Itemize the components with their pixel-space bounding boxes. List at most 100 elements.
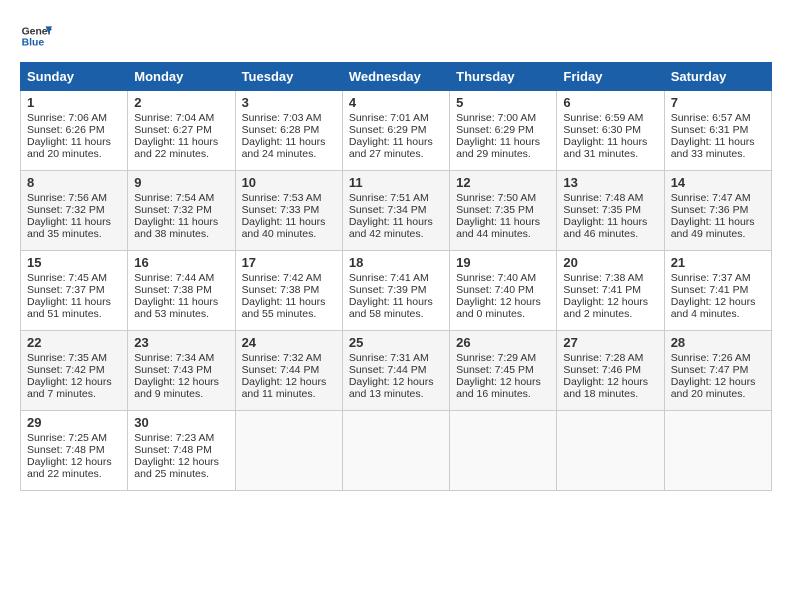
calendar-cell: 27 Sunrise: 7:28 AM Sunset: 7:46 PM Dayl… <box>557 331 664 411</box>
daylight-row: Daylight: 12 hours <box>563 296 648 308</box>
sunset-row: Sunset: 7:44 PM <box>242 364 320 376</box>
daylight-row: Daylight: 11 hours <box>563 136 647 148</box>
col-sunday: Sunday <box>21 63 128 91</box>
sunset-row: Sunset: 7:48 PM <box>27 444 105 456</box>
col-saturday: Saturday <box>664 63 771 91</box>
sunset-row: Sunset: 7:41 PM <box>563 284 641 296</box>
calendar-cell: 13 Sunrise: 7:48 AM Sunset: 7:35 PM Dayl… <box>557 171 664 251</box>
daylight-row: Daylight: 11 hours <box>134 296 218 308</box>
daylight-minutes-row: and 33 minutes. <box>671 148 746 160</box>
daylight-minutes-row: and 11 minutes. <box>242 388 316 400</box>
day-number: 25 <box>349 335 443 350</box>
calendar-cell: 5 Sunrise: 7:00 AM Sunset: 6:29 PM Dayli… <box>450 91 557 171</box>
day-number: 22 <box>27 335 121 350</box>
day-number: 8 <box>27 175 121 190</box>
daylight-minutes-row: and 7 minutes. <box>27 388 96 400</box>
col-thursday: Thursday <box>450 63 557 91</box>
day-number: 30 <box>134 415 228 430</box>
calendar-cell: 14 Sunrise: 7:47 AM Sunset: 7:36 PM Dayl… <box>664 171 771 251</box>
daylight-minutes-row: and 24 minutes. <box>242 148 317 160</box>
logo: General Blue <box>20 20 52 52</box>
calendar-cell: 19 Sunrise: 7:40 AM Sunset: 7:40 PM Dayl… <box>450 251 557 331</box>
daylight-minutes-row: and 31 minutes. <box>563 148 638 160</box>
sunrise-row: Sunrise: 7:41 AM <box>349 272 429 284</box>
day-number: 17 <box>242 255 336 270</box>
daylight-minutes-row: and 4 minutes. <box>671 308 740 320</box>
daylight-row: Daylight: 11 hours <box>242 296 326 308</box>
daylight-minutes-row: and 38 minutes. <box>134 228 209 240</box>
day-number: 4 <box>349 95 443 110</box>
day-number: 2 <box>134 95 228 110</box>
day-number: 24 <box>242 335 336 350</box>
daylight-minutes-row: and 20 minutes. <box>27 148 102 160</box>
sunset-row: Sunset: 7:47 PM <box>671 364 749 376</box>
sunset-row: Sunset: 7:43 PM <box>134 364 212 376</box>
sunrise-row: Sunrise: 7:32 AM <box>242 352 322 364</box>
calendar-cell: 30 Sunrise: 7:23 AM Sunset: 7:48 PM Dayl… <box>128 411 235 491</box>
sunrise-row: Sunrise: 7:28 AM <box>563 352 643 364</box>
sunrise-row: Sunrise: 7:01 AM <box>349 112 429 124</box>
sunset-row: Sunset: 7:38 PM <box>134 284 212 296</box>
daylight-minutes-row: and 22 minutes. <box>27 468 102 480</box>
calendar-cell: 28 Sunrise: 7:26 AM Sunset: 7:47 PM Dayl… <box>664 331 771 411</box>
sunset-row: Sunset: 6:27 PM <box>134 124 212 136</box>
calendar-cell: 20 Sunrise: 7:38 AM Sunset: 7:41 PM Dayl… <box>557 251 664 331</box>
calendar-cell: 2 Sunrise: 7:04 AM Sunset: 6:27 PM Dayli… <box>128 91 235 171</box>
sunset-row: Sunset: 7:35 PM <box>563 204 641 216</box>
daylight-minutes-row: and 35 minutes. <box>27 228 102 240</box>
day-number: 12 <box>456 175 550 190</box>
day-number: 19 <box>456 255 550 270</box>
sunset-row: Sunset: 7:48 PM <box>134 444 212 456</box>
sunrise-row: Sunrise: 7:45 AM <box>27 272 107 284</box>
sunrise-row: Sunrise: 7:23 AM <box>134 432 214 444</box>
sunset-row: Sunset: 6:31 PM <box>671 124 749 136</box>
sunrise-row: Sunrise: 6:59 AM <box>563 112 643 124</box>
day-number: 13 <box>563 175 657 190</box>
daylight-minutes-row: and 16 minutes. <box>456 388 531 400</box>
sunrise-row: Sunrise: 7:04 AM <box>134 112 214 124</box>
calendar-week-3: 15 Sunrise: 7:45 AM Sunset: 7:37 PM Dayl… <box>21 251 772 331</box>
sunset-row: Sunset: 7:37 PM <box>27 284 105 296</box>
sunrise-row: Sunrise: 7:47 AM <box>671 192 751 204</box>
sunset-row: Sunset: 7:46 PM <box>563 364 641 376</box>
daylight-minutes-row: and 46 minutes. <box>563 228 638 240</box>
logo-icon: General Blue <box>20 20 52 52</box>
calendar-cell <box>235 411 342 491</box>
col-monday: Monday <box>128 63 235 91</box>
calendar-week-5: 29 Sunrise: 7:25 AM Sunset: 7:48 PM Dayl… <box>21 411 772 491</box>
sunrise-row: Sunrise: 7:03 AM <box>242 112 322 124</box>
daylight-row: Daylight: 12 hours <box>456 376 541 388</box>
calendar-table: Sunday Monday Tuesday Wednesday Thursday… <box>20 62 772 491</box>
daylight-row: Daylight: 11 hours <box>456 216 540 228</box>
daylight-minutes-row: and 40 minutes. <box>242 228 317 240</box>
sunrise-row: Sunrise: 7:29 AM <box>456 352 536 364</box>
daylight-row: Daylight: 11 hours <box>27 216 111 228</box>
calendar-week-1: 1 Sunrise: 7:06 AM Sunset: 6:26 PM Dayli… <box>21 91 772 171</box>
sunrise-row: Sunrise: 7:25 AM <box>27 432 107 444</box>
col-friday: Friday <box>557 63 664 91</box>
daylight-row: Daylight: 11 hours <box>27 296 111 308</box>
calendar-cell: 21 Sunrise: 7:37 AM Sunset: 7:41 PM Dayl… <box>664 251 771 331</box>
calendar-cell: 4 Sunrise: 7:01 AM Sunset: 6:29 PM Dayli… <box>342 91 449 171</box>
col-tuesday: Tuesday <box>235 63 342 91</box>
day-number: 6 <box>563 95 657 110</box>
calendar-cell: 1 Sunrise: 7:06 AM Sunset: 6:26 PM Dayli… <box>21 91 128 171</box>
daylight-row: Daylight: 11 hours <box>242 136 326 148</box>
daylight-row: Daylight: 11 hours <box>349 296 433 308</box>
calendar-cell: 24 Sunrise: 7:32 AM Sunset: 7:44 PM Dayl… <box>235 331 342 411</box>
day-number: 23 <box>134 335 228 350</box>
sunset-row: Sunset: 7:32 PM <box>27 204 105 216</box>
sunset-row: Sunset: 6:29 PM <box>456 124 534 136</box>
calendar-cell <box>342 411 449 491</box>
daylight-row: Daylight: 11 hours <box>456 136 540 148</box>
calendar-cell: 3 Sunrise: 7:03 AM Sunset: 6:28 PM Dayli… <box>235 91 342 171</box>
day-number: 26 <box>456 335 550 350</box>
day-number: 29 <box>27 415 121 430</box>
sunset-row: Sunset: 7:36 PM <box>671 204 749 216</box>
sunset-row: Sunset: 7:44 PM <box>349 364 427 376</box>
day-number: 28 <box>671 335 765 350</box>
sunset-row: Sunset: 7:39 PM <box>349 284 427 296</box>
daylight-minutes-row: and 18 minutes. <box>563 388 638 400</box>
sunset-row: Sunset: 6:26 PM <box>27 124 105 136</box>
sunrise-row: Sunrise: 7:44 AM <box>134 272 214 284</box>
